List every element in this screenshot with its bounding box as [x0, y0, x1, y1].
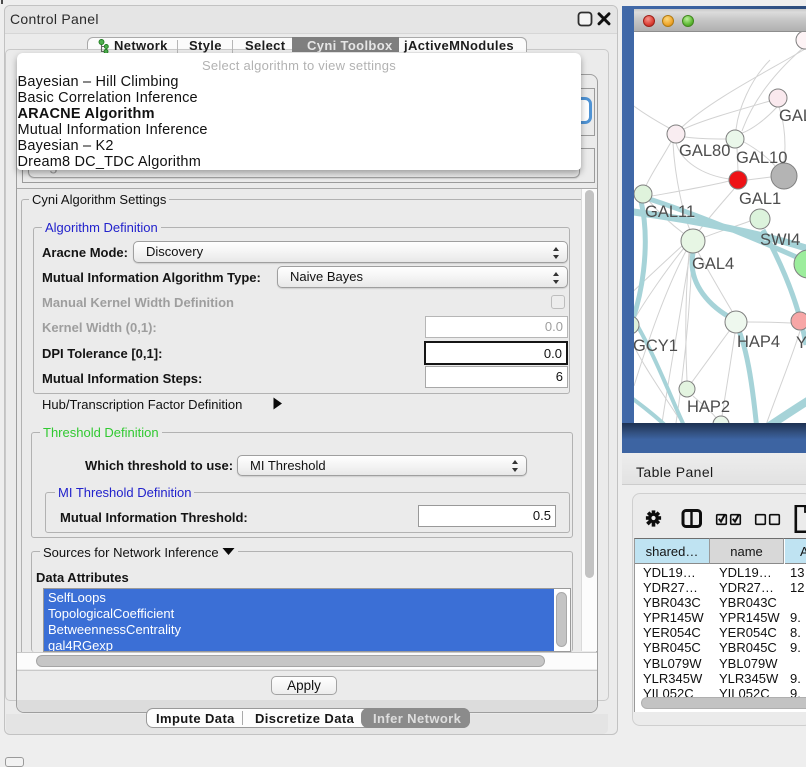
svg-text:GAL1: GAL1: [739, 190, 781, 208]
svg-text:GCY1: GCY1: [634, 337, 678, 355]
svg-text:GAL11: GAL11: [645, 203, 695, 221]
svg-text:GAL4: GAL4: [692, 255, 734, 273]
svg-text:HAP4: HAP4: [737, 333, 780, 351]
svg-text:GAL7: GAL7: [779, 107, 806, 125]
svg-text:SWI4: SWI4: [760, 231, 800, 249]
svg-text:GAL80: GAL80: [679, 142, 730, 160]
svg-text:Y: Y: [796, 334, 806, 352]
svg-text:GAL10: GAL10: [736, 149, 787, 167]
svg-text:HAP2: HAP2: [687, 398, 730, 416]
